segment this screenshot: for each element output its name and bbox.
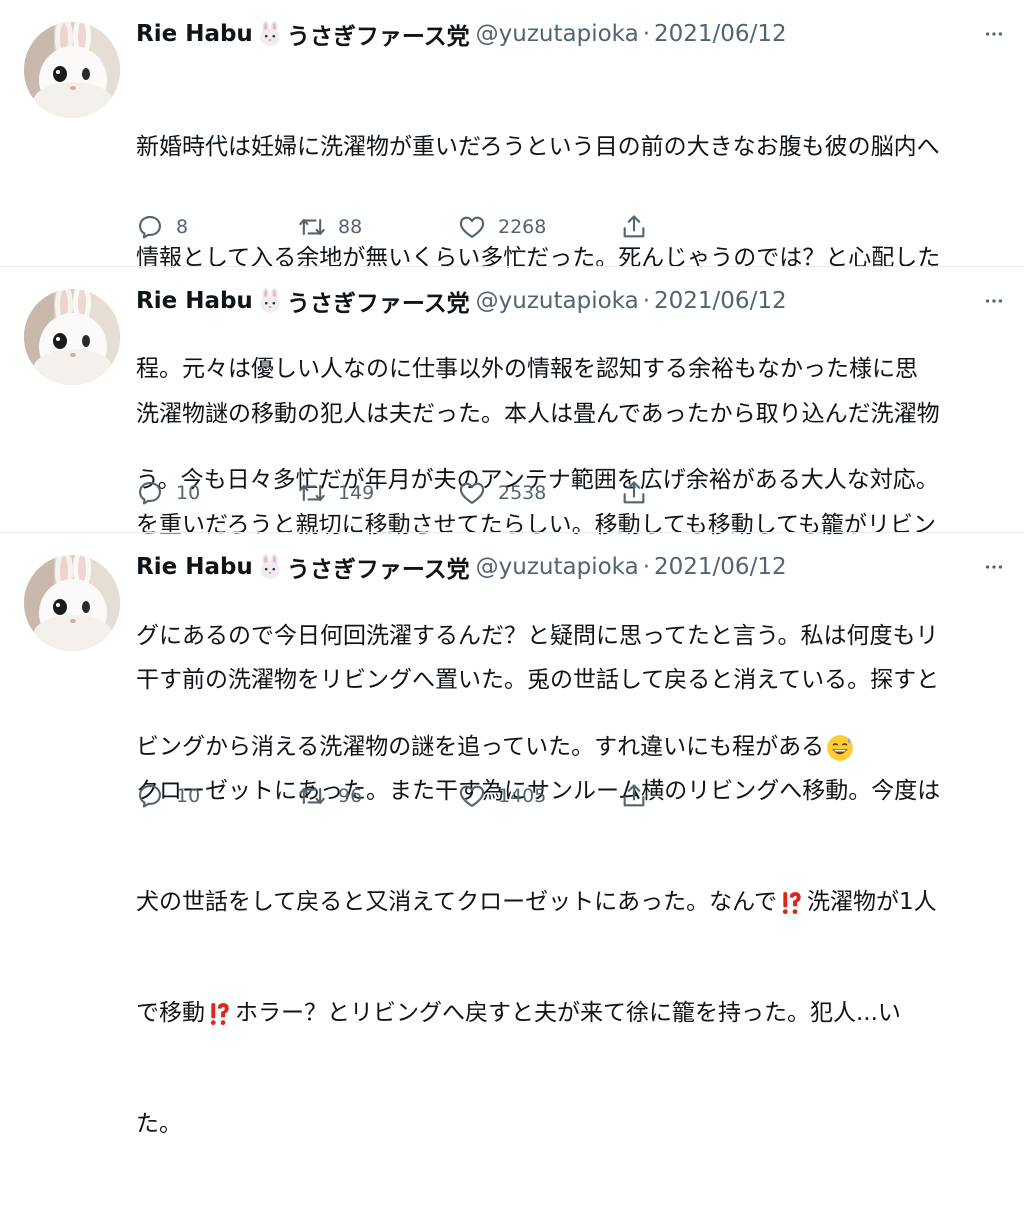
user-handle[interactable]: @yuzutapioka [476,288,639,314]
rabbit-avatar[interactable] [24,555,120,651]
tweet-text-segment: 犬の世話をして戻ると又消えてクローゼットにあった。なんで [136,889,778,915]
like-count: 2268 [498,216,547,238]
retweet-count: 88 [338,216,363,238]
tweet-header: Rie Habu うさぎファース党 @yuzutapioka · 2021/06… [136,283,787,319]
more-dots-icon[interactable] [982,16,1006,52]
like-button[interactable]: 2268 [458,207,546,247]
user-handle[interactable]: @yuzutapioka [476,21,639,47]
tweet-text-line: 干す前の洗濯物をリビングへ置いた。兎の世話して戻ると消えている。探すと [136,667,940,693]
retweet-count: 96 [338,785,363,807]
tweet-text-segment: ホラー？とリビングへ戻すと夫が来て徐に籠を持った。犯人...い [235,1000,901,1026]
heart-icon [458,213,486,241]
like-button[interactable]: 2538 [458,473,546,513]
display-name[interactable]: Rie Habu [136,288,253,314]
share-button[interactable] [620,776,648,816]
display-name-suffix[interactable]: うさぎファース党 [287,17,470,51]
share-button[interactable] [620,207,648,247]
more-dots-icon[interactable] [982,283,1006,319]
reply-count: 10 [176,785,201,807]
share-icon [620,479,648,507]
rabbit-avatar[interactable] [24,22,120,118]
tweet-header: Rie Habu うさぎファース党 @yuzutapioka · 2021/06… [136,16,787,52]
exclamation-question-emoji [779,890,805,916]
reply-count: 8 [176,216,189,238]
rabbit-face-emoji [257,288,283,314]
user-handle[interactable]: @yuzutapioka [476,554,639,580]
tweet[interactable]: Rie Habu うさぎファース党 @yuzutapioka · 2021/06… [0,533,1024,1137]
tweet[interactable]: Rie Habu うさぎファース党 @yuzutapioka · 2021/06… [0,267,1024,532]
tweet-text-line: 新婚時代は妊婦に洗濯物が重いだろうという目の前の大きなお腹も彼の脳内へ [136,134,940,160]
exclamation-question-emoji [207,1001,233,1027]
reply-button[interactable]: 10 [136,473,200,513]
tweet-date[interactable]: 2021/06/12 [654,21,787,47]
rabbit-avatar[interactable] [24,289,120,385]
reply-icon [136,213,164,241]
reply-button[interactable]: 10 [136,776,200,816]
retweet-button[interactable]: 88 [298,207,362,247]
tweet-date[interactable]: 2021/06/12 [654,554,787,580]
heart-icon [458,782,486,810]
like-count: 2538 [498,482,547,504]
separator: · [642,554,651,580]
retweet-icon [298,782,326,810]
reply-icon [136,479,164,507]
retweet-button[interactable]: 149 [298,473,374,513]
share-icon [620,213,648,241]
display-name[interactable]: Rie Habu [136,21,253,47]
separator: · [642,288,651,314]
tweet-header: Rie Habu うさぎファース党 @yuzutapioka · 2021/06… [136,549,787,585]
tweet-text-line-with-emoji: で移動 ホラー？とリビングへ戻すと夫が来て徐に籠を持った。犯人...い [136,995,1012,1032]
share-button[interactable] [620,473,648,513]
action-bar: 10 149 2538 [136,473,736,513]
rabbit-face-emoji [257,21,283,47]
tweet-text-segment: 洗濯物が1人 [807,889,937,915]
tweet-text: 干す前の洗濯物をリビングへ置いた。兎の世話して戻ると消えている。探すと クローゼ… [136,588,1012,1217]
retweet-button[interactable]: 96 [298,776,362,816]
rabbit-face-emoji [257,554,283,580]
retweet-count: 149 [338,482,375,504]
display-name-suffix[interactable]: うさぎファース党 [287,284,470,318]
more-dots-icon[interactable] [982,549,1006,585]
tweet-date[interactable]: 2021/06/12 [654,288,787,314]
reply-icon [136,782,164,810]
action-bar: 8 88 2268 [136,207,736,247]
tweet-text-segment: で移動 [136,1000,205,1026]
reply-button[interactable]: 8 [136,207,188,247]
retweet-icon [298,213,326,241]
reply-count: 10 [176,482,201,504]
display-name[interactable]: Rie Habu [136,554,253,580]
retweet-icon [298,479,326,507]
tweet-text-line: た。 [136,1111,182,1137]
action-bar: 10 96 1405 [136,776,736,816]
tweet-text-line: 洗濯物謎の移動の犯人は夫だった。本人は畳んであったから取り込んだ洗濯物 [136,401,940,427]
tweet[interactable]: Rie Habu うさぎファース党 @yuzutapioka · 2021/06… [0,0,1024,493]
like-count: 1405 [498,785,547,807]
separator: · [642,21,651,47]
share-icon [620,782,648,810]
tweet-text-line-with-emoji: 犬の世話をして戻ると又消えてクローゼットにあった。なんで 洗濯物が1人 [136,884,1012,921]
heart-icon [458,479,486,507]
like-button[interactable]: 1405 [458,776,546,816]
display-name-suffix[interactable]: うさぎファース党 [287,550,470,584]
